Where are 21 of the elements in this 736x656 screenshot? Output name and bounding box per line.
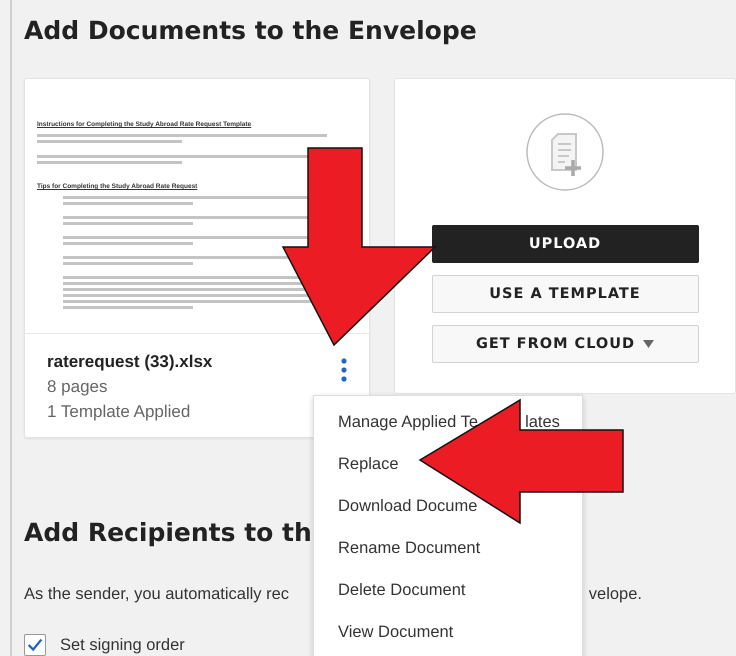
upload-action-button[interactable]: USE A TEMPLATE xyxy=(432,275,698,313)
section-heading: Add Recipients to th xyxy=(24,518,313,547)
template-count: 1 Template Applied xyxy=(47,402,192,422)
upload-action-button[interactable]: GET FROM CLOUD xyxy=(432,325,698,363)
menu-item[interactable]: Download Docume xyxy=(338,496,478,516)
menu-item[interactable]: Manage Applied Te xyxy=(338,412,478,432)
section-heading: Add Documents to the Envelope xyxy=(24,16,478,45)
menu-item[interactable]: Delete Document xyxy=(338,580,466,600)
menu-item[interactable]: Replace xyxy=(338,454,399,474)
checkbox[interactable] xyxy=(24,634,46,656)
document-name: raterequest (33).xlsx xyxy=(47,352,212,372)
menu-item[interactable]: Rename Document xyxy=(338,538,480,558)
upload-action-button[interactable]: UPLOAD xyxy=(432,225,698,263)
caret-icon xyxy=(643,340,654,348)
info-text: As the sender, you automatically rec xyxy=(24,585,290,604)
menu-item-text[interactable]: lates xyxy=(525,412,560,432)
checkbox-label: Set signing order xyxy=(60,636,185,654)
menu-item[interactable]: View Document xyxy=(338,622,454,642)
page-count: 8 pages xyxy=(47,377,108,397)
info-text: velope. xyxy=(588,585,642,604)
more-options-icon[interactable] xyxy=(341,358,347,382)
